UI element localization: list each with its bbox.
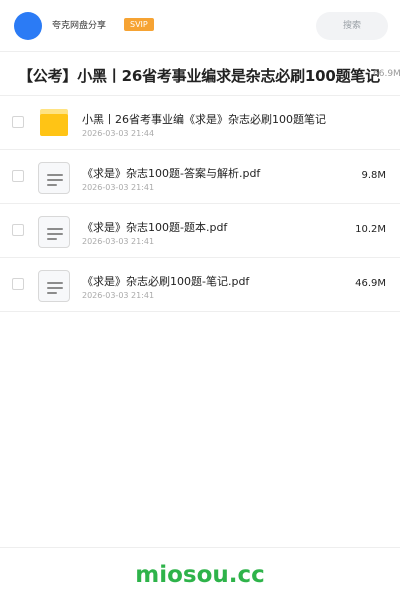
file-name: 《求是》杂志100题-答案与解析.pdf	[82, 167, 261, 180]
svip-badge: SVIP	[124, 18, 154, 31]
folder-title-bar: 【公考】小黑丨26省考事业编求是杂志必刷100题笔记 66.9M	[0, 52, 400, 96]
list-item[interactable]: 《求是》杂志100题-题本.pdf 2026-03-03 21:41 10.2M	[0, 204, 400, 258]
search-placeholder: 搜索	[342, 21, 361, 31]
file-size: 46.9M	[355, 278, 386, 289]
file-size: 9.8M	[361, 170, 386, 181]
file-date: 2026-03-03 21:44	[82, 129, 155, 138]
select-checkbox[interactable]	[12, 278, 24, 290]
document-icon	[38, 162, 70, 194]
select-checkbox[interactable]	[12, 224, 24, 236]
site-brand: miosou.cc	[135, 562, 265, 588]
folder-icon	[38, 108, 70, 140]
document-icon	[38, 216, 70, 248]
footer-bar: miosou.cc	[0, 547, 400, 600]
select-checkbox[interactable]	[12, 116, 24, 128]
share-owner-name: 夸克网盘分享	[52, 21, 107, 31]
header-bar: 夸克网盘分享 SVIP 搜索	[0, 0, 400, 52]
file-list: 小黑丨26省考事业编《求是》杂志必刷100题笔记 2026-03-03 21:4…	[0, 96, 400, 312]
search-input[interactable]: 搜索	[316, 12, 388, 40]
file-size: 10.2M	[355, 224, 386, 235]
file-name: 《求是》杂志必刷100题-笔记.pdf	[82, 275, 250, 288]
document-icon	[38, 270, 70, 302]
file-date: 2026-03-03 21:41	[82, 291, 155, 300]
folder-size: 66.9M	[373, 69, 400, 79]
avatar[interactable]	[14, 12, 42, 40]
file-name: 《求是》杂志100题-题本.pdf	[82, 221, 228, 234]
list-item[interactable]: 小黑丨26省考事业编《求是》杂志必刷100题笔记 2026-03-03 21:4…	[0, 96, 400, 150]
file-name: 小黑丨26省考事业编《求是》杂志必刷100题笔记	[82, 113, 326, 126]
page-title: 【公考】小黑丨26省考事业编求是杂志必刷100题笔记	[18, 67, 380, 85]
list-item[interactable]: 《求是》杂志100题-答案与解析.pdf 2026-03-03 21:41 9.…	[0, 150, 400, 204]
list-item[interactable]: 《求是》杂志必刷100题-笔记.pdf 2026-03-03 21:41 46.…	[0, 258, 400, 312]
select-checkbox[interactable]	[12, 170, 24, 182]
file-date: 2026-03-03 21:41	[82, 237, 155, 246]
file-date: 2026-03-03 21:41	[82, 183, 155, 192]
